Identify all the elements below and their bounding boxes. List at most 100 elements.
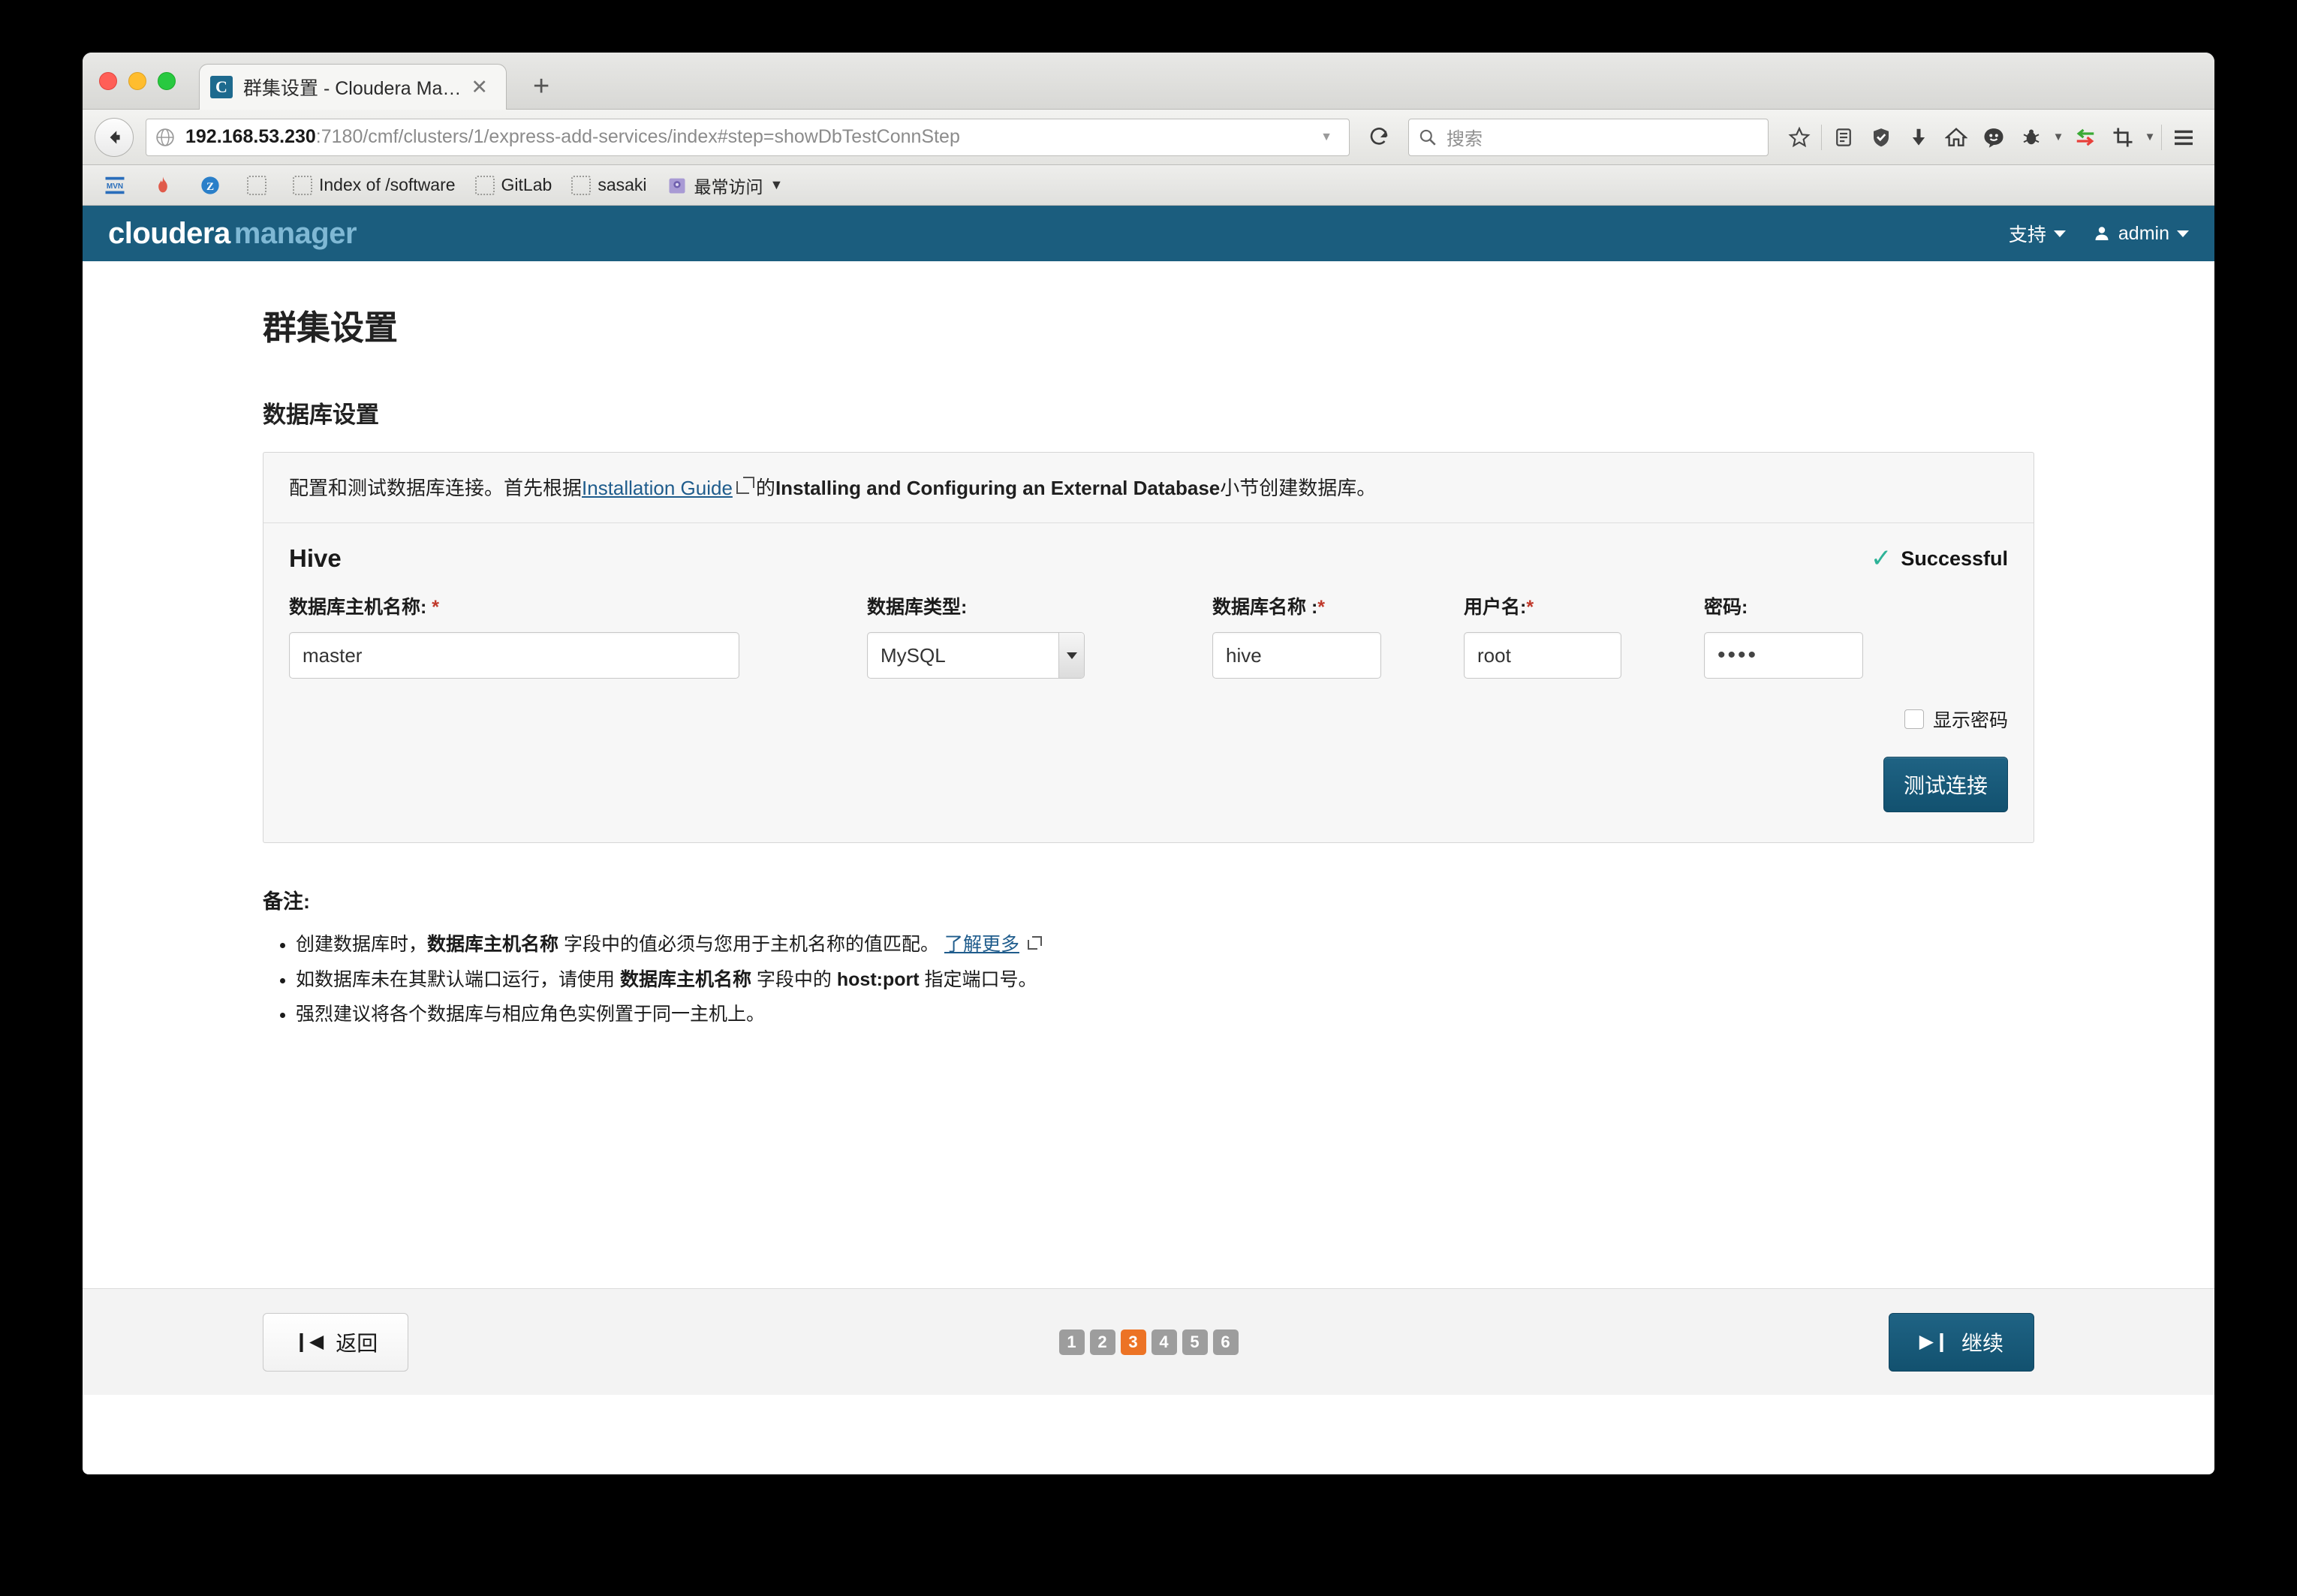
placeholder-icon (474, 175, 495, 195)
chevron-down-icon[interactable]: ▼ (770, 177, 784, 193)
wizard-footer: ❙◀ 返回 1 2 3 4 5 6 ▶❙ 继续 (83, 1288, 2214, 1395)
bookmark-label: GitLab (501, 175, 552, 194)
field-label: 用户名:* (1464, 592, 1621, 619)
bookmark-most-visited[interactable]: 最常访问 ▼ (662, 170, 788, 201)
fields-row: 数据库主机名称: * master 数据库类型: MySQL 数据库名称 :* (289, 592, 2008, 679)
download-icon[interactable] (1900, 119, 1937, 156)
chevron-down-icon (2177, 230, 2189, 237)
search-bar[interactable]: 搜索 (1408, 118, 1769, 156)
list-item: 强烈建议将各个数据库与相应角色实例置于同一主机上。 (296, 999, 2034, 1030)
required-marker: * (1526, 597, 1534, 618)
url-bar[interactable]: 192.168.53.230:7180/cmf/clusters/1/expre… (146, 118, 1350, 156)
bookmark-zotero[interactable]: Z (195, 172, 232, 199)
installation-guide-link[interactable]: Installation Guide (582, 477, 733, 499)
panel-description: 配置和测试数据库连接。首先根据Installation Guide 的Instal… (263, 453, 2034, 523)
step-forward-icon: ▶❙ (1919, 1331, 1949, 1352)
support-menu[interactable]: 支持 (2009, 220, 2066, 247)
note-bold: host:port (836, 968, 920, 990)
back-button[interactable] (95, 117, 134, 157)
field-db-username: 用户名:* root (1464, 592, 1621, 679)
check-icon: ✓ (1870, 544, 1892, 573)
app-header: cloudera manager 支持 admin (83, 206, 2214, 261)
bookmark-unnamed[interactable] (242, 173, 278, 198)
field-db-password: 密码: •••• (1704, 592, 1863, 679)
bookmark-index-of-software[interactable]: Index of /software (288, 172, 460, 198)
folder-icon (669, 178, 685, 193)
external-link-icon (1027, 936, 1042, 950)
back-button[interactable]: ❙◀ 返回 (263, 1312, 409, 1372)
chevron-down-icon (2053, 230, 2066, 237)
tab-title: 群集设置 - Cloudera Manager (243, 78, 464, 99)
page-step-3[interactable]: 3 (1120, 1329, 1146, 1355)
continue-button[interactable]: ▶❙ 继续 (1888, 1312, 2034, 1372)
star-icon[interactable] (1781, 119, 1818, 156)
reload-button[interactable] (1360, 119, 1398, 156)
maximize-window-button[interactable] (158, 72, 176, 90)
new-tab-button[interactable]: + (533, 72, 549, 101)
required-marker: * (1317, 597, 1326, 618)
status-text: Successful (1901, 547, 2008, 570)
reader-icon[interactable] (1825, 119, 1862, 156)
back-arrow-icon (110, 130, 120, 144)
menu-icon[interactable] (2165, 119, 2202, 156)
smiley-icon[interactable] (1975, 119, 2013, 156)
browser-window: C 群集设置 - Cloudera Manager ✕ + 192.168.53… (83, 53, 2214, 1474)
desc-before-link: 配置和测试数据库连接。首先根据 (289, 477, 583, 499)
shield-icon[interactable] (1862, 119, 1900, 156)
placeholder-icon (571, 175, 592, 195)
chevron-down-icon[interactable]: ▼ (1313, 131, 1340, 144)
close-icon[interactable]: ✕ (463, 76, 495, 99)
placeholder-icon (247, 175, 266, 195)
browser-tab[interactable]: C 群集设置 - Cloudera Manager ✕ (199, 64, 507, 110)
page-step-1[interactable]: 1 (1058, 1329, 1085, 1355)
browser-navbar: 192.168.53.230:7180/cmf/clusters/1/expre… (83, 110, 2214, 165)
bug-icon[interactable] (2013, 119, 2050, 156)
mvn-icon: MVN (105, 176, 125, 194)
user-label: admin (2118, 222, 2169, 244)
status-badge: ✓ Successful (1871, 546, 2008, 571)
page-step-2[interactable]: 2 (1089, 1329, 1115, 1355)
logo-primary: cloudera (108, 216, 230, 250)
bookmark-gitlab[interactable]: GitLab (471, 172, 557, 198)
continue-label: 继续 (1961, 1331, 2003, 1355)
chevron-down-icon[interactable]: ▼ (2050, 131, 2067, 143)
bookmark-sasaki[interactable]: sasaki (567, 172, 651, 198)
test-connection-button[interactable]: 测试连接 (1883, 757, 2008, 812)
cloudera-manager-logo[interactable]: cloudera manager (108, 217, 357, 251)
flame-icon (158, 176, 167, 192)
db-type-select[interactable]: MySQL (867, 632, 1085, 679)
page-step-6[interactable]: 6 (1212, 1329, 1239, 1355)
home-icon[interactable] (1937, 119, 1975, 156)
close-window-button[interactable] (99, 72, 117, 90)
bookmarks-bar: MVN Z Index of /software GitLab sasaki 最… (83, 165, 2214, 206)
search-input[interactable]: 搜索 (1447, 124, 1483, 150)
test-connection-row: 测试连接 (289, 757, 2008, 812)
screenshot-icon[interactable] (2104, 119, 2142, 156)
browser-toolbar-icons: ▼ ▼ (1781, 119, 2202, 156)
page-step-5[interactable]: 5 (1182, 1329, 1208, 1355)
db-password-input[interactable]: •••• (1704, 632, 1863, 679)
back-label: 返回 (336, 1331, 378, 1355)
show-password-label: 显示密码 (1932, 710, 2008, 731)
divider (2161, 124, 2162, 150)
desc-bold-text: Installing and Configuring an External D… (775, 477, 1221, 499)
show-password-checkbox[interactable] (1904, 709, 1924, 729)
panel-body: Hive ✓ Successful 数据库主机名称: * master 数据库类… (263, 523, 2034, 842)
bookmark-mvn[interactable]: MVN (99, 171, 137, 200)
field-label: 数据库名称 :* (1212, 592, 1381, 619)
bookmark-flame[interactable] (148, 172, 185, 199)
user-menu[interactable]: admin (2093, 223, 2189, 245)
field-label: 数据库类型: (867, 597, 968, 618)
db-name-input[interactable]: hive (1212, 632, 1381, 679)
minimize-window-button[interactable] (128, 72, 146, 90)
learn-more-link[interactable]: 了解更多 (944, 934, 1019, 955)
desc-tail: 小节创建数据库。 (1220, 477, 1377, 499)
chevron-down-icon[interactable]: ▼ (2142, 131, 2158, 143)
wizard-pagination: 1 2 3 4 5 6 (1058, 1329, 1239, 1355)
db-hostname-input[interactable]: master (289, 632, 739, 679)
label-text: 数据库名称 : (1212, 597, 1318, 618)
db-username-input[interactable]: root (1464, 632, 1621, 679)
sync-icon[interactable] (2067, 119, 2104, 156)
page-step-4[interactable]: 4 (1151, 1329, 1177, 1355)
show-password-toggle[interactable]: 显示密码 (1904, 706, 2008, 733)
